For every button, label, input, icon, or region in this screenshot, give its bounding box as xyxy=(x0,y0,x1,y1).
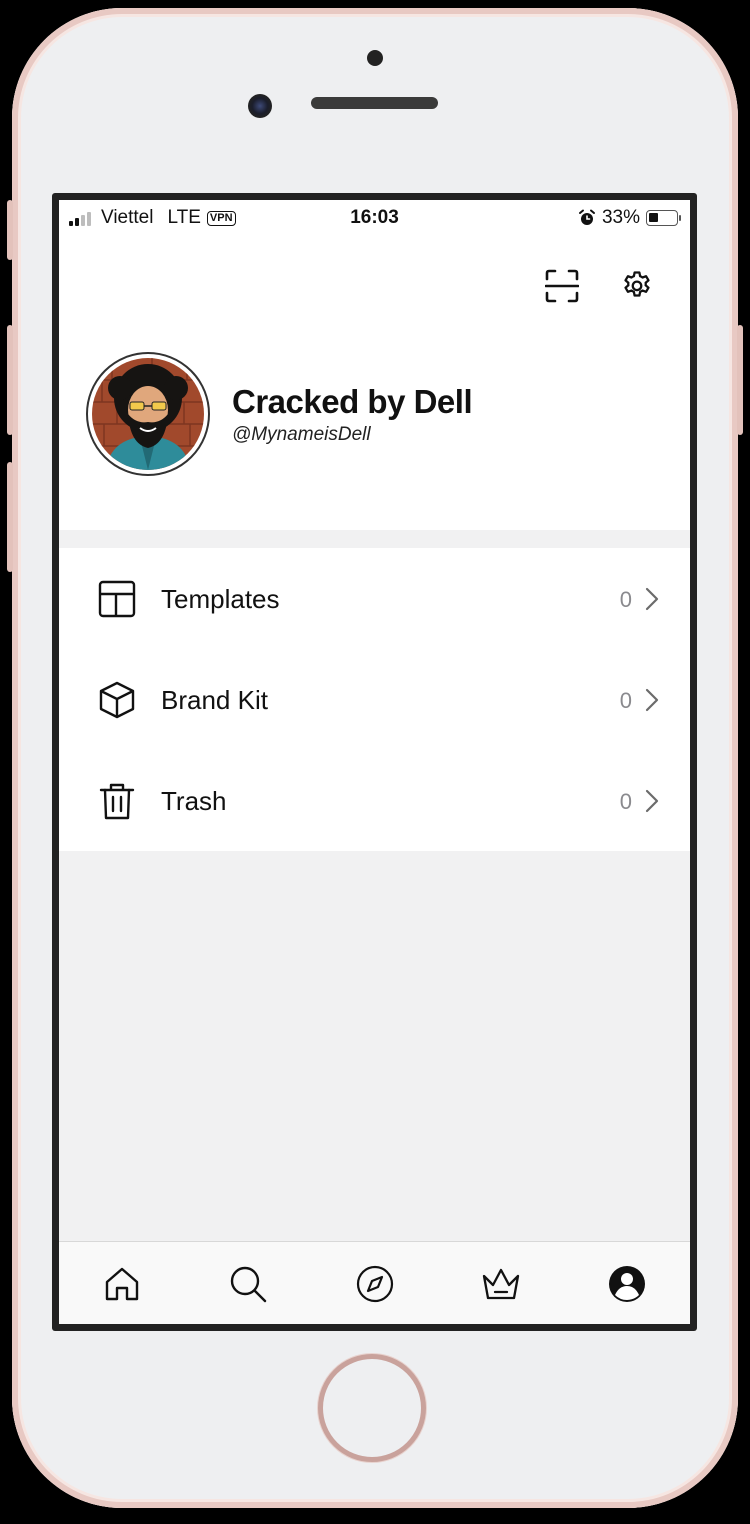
profile-menu: Templates 0 Brand Kit 0 Trash 0 xyxy=(59,548,690,851)
chevron-right-icon xyxy=(645,688,659,712)
home-icon xyxy=(105,1267,139,1301)
volume-up-button xyxy=(7,325,13,435)
profile-handle: @MynameisDell xyxy=(232,424,371,445)
profile-header: Cracked by Dell @MynameisDell xyxy=(59,236,690,530)
tab-bar xyxy=(59,1241,690,1324)
chevron-right-icon xyxy=(645,789,659,813)
trash-icon xyxy=(99,783,135,820)
tab-profile[interactable] xyxy=(605,1262,649,1306)
scan-button[interactable] xyxy=(542,266,582,306)
battery-icon xyxy=(646,210,681,226)
power-button xyxy=(737,325,743,435)
tab-premium[interactable] xyxy=(479,1262,523,1306)
chevron-right-icon xyxy=(645,587,659,611)
menu-label-trash: Trash xyxy=(161,786,227,816)
mute-switch xyxy=(7,200,13,260)
compass-icon xyxy=(356,1265,394,1303)
settings-button[interactable] xyxy=(617,266,657,306)
status-bar: Viettel LTE VPN 16:03 33% xyxy=(59,200,690,236)
tab-search[interactable] xyxy=(226,1262,270,1306)
menu-item-brand-kit[interactable]: Brand Kit 0 xyxy=(59,649,690,750)
box-icon xyxy=(99,681,135,719)
front-camera xyxy=(248,94,272,118)
tab-home[interactable] xyxy=(100,1262,144,1306)
menu-label-templates: Templates xyxy=(161,584,280,614)
gear-icon xyxy=(624,271,650,297)
menu-count-trash: 0 xyxy=(619,789,632,814)
tab-explore[interactable] xyxy=(353,1262,397,1306)
menu-item-trash[interactable]: Trash 0 xyxy=(59,750,690,851)
profile-name: Cracked by Dell xyxy=(232,383,473,420)
avatar[interactable] xyxy=(86,352,210,476)
search-icon xyxy=(230,1266,267,1303)
proximity-sensor xyxy=(367,50,383,66)
earpiece-speaker xyxy=(311,97,438,109)
menu-count-brand-kit: 0 xyxy=(619,688,632,713)
profile-icon xyxy=(609,1266,645,1302)
volume-down-button xyxy=(7,462,13,572)
template-icon xyxy=(98,580,136,618)
menu-label-brand-kit: Brand Kit xyxy=(161,685,268,715)
app-screen: Viettel LTE VPN 16:03 33% Cracked by Del… xyxy=(59,200,690,1324)
menu-count-templates: 0 xyxy=(619,587,632,612)
avatar-illustration xyxy=(92,358,204,470)
crown-icon xyxy=(482,1268,520,1300)
alarm-icon xyxy=(578,209,595,225)
battery-percentage: 33% xyxy=(601,207,640,228)
home-button[interactable] xyxy=(318,1354,426,1462)
scan-icon xyxy=(545,269,579,303)
menu-item-templates[interactable]: Templates 0 xyxy=(59,548,690,649)
